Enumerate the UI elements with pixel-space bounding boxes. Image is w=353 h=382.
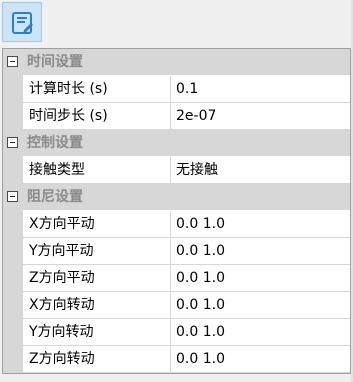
category-row-time[interactable]: 时间设置 xyxy=(3,49,350,76)
property-name: Z方向平动 xyxy=(23,265,171,292)
property-name: X方向转动 xyxy=(23,292,171,319)
row-gutter xyxy=(3,211,23,238)
property-row[interactable]: 接触类型 无接触 xyxy=(3,157,350,184)
property-row[interactable]: Y方向转动 0.0 1.0 xyxy=(3,319,350,346)
property-name: Y方向平动 xyxy=(23,238,171,265)
property-row[interactable]: Z方向转动 0.0 1.0 xyxy=(3,346,350,373)
property-value[interactable]: 0.1 xyxy=(171,76,350,103)
property-value[interactable]: 0.0 1.0 xyxy=(171,319,350,346)
property-row[interactable]: X方向转动 0.0 1.0 xyxy=(3,292,350,319)
collapse-icon[interactable] xyxy=(7,56,18,67)
property-value[interactable]: 0.0 1.0 xyxy=(171,292,350,319)
row-gutter xyxy=(3,157,23,184)
row-gutter xyxy=(3,103,23,130)
category-label: 时间设置 xyxy=(27,54,83,70)
property-name: 时间步长 (s) xyxy=(23,103,171,130)
property-value[interactable]: 2e-07 xyxy=(171,103,350,130)
property-value[interactable]: 0.0 1.0 xyxy=(171,346,350,373)
property-edit-button[interactable] xyxy=(2,2,42,42)
property-value[interactable]: 0.0 1.0 xyxy=(171,238,350,265)
property-row[interactable]: X方向平动 0.0 1.0 xyxy=(3,211,350,238)
property-value[interactable]: 0.0 1.0 xyxy=(171,265,350,292)
row-gutter xyxy=(3,319,23,346)
property-value[interactable]: 无接触 xyxy=(171,157,350,184)
toolbar xyxy=(0,0,353,44)
property-name: Z方向转动 xyxy=(23,346,171,373)
property-name: 计算时长 (s) xyxy=(23,76,171,103)
category-row-damping[interactable]: 阻尼设置 xyxy=(3,184,350,211)
row-gutter xyxy=(3,265,23,292)
property-row[interactable]: Y方向平动 0.0 1.0 xyxy=(3,238,350,265)
property-value[interactable]: 0.0 1.0 xyxy=(171,211,350,238)
collapse-icon[interactable] xyxy=(7,191,18,202)
property-row[interactable]: Z方向平动 0.0 1.0 xyxy=(3,265,350,292)
property-name: 接触类型 xyxy=(23,157,171,184)
row-gutter xyxy=(3,346,23,373)
property-row[interactable]: 计算时长 (s) 0.1 xyxy=(3,76,350,103)
property-name: Y方向转动 xyxy=(23,319,171,346)
property-name: X方向平动 xyxy=(23,211,171,238)
edit-document-icon xyxy=(12,12,33,34)
row-gutter xyxy=(3,238,23,265)
category-row-control[interactable]: 控制设置 xyxy=(3,130,350,157)
property-row[interactable]: 时间步长 (s) 2e-07 xyxy=(3,103,350,130)
row-gutter xyxy=(3,76,23,103)
property-grid: 时间设置 计算时长 (s) 0.1 时间步长 (s) 2e-07 控制设置 接触… xyxy=(2,48,351,374)
category-label: 阻尼设置 xyxy=(27,189,83,205)
collapse-icon[interactable] xyxy=(7,137,18,148)
row-gutter xyxy=(3,292,23,319)
category-label: 控制设置 xyxy=(27,135,83,151)
